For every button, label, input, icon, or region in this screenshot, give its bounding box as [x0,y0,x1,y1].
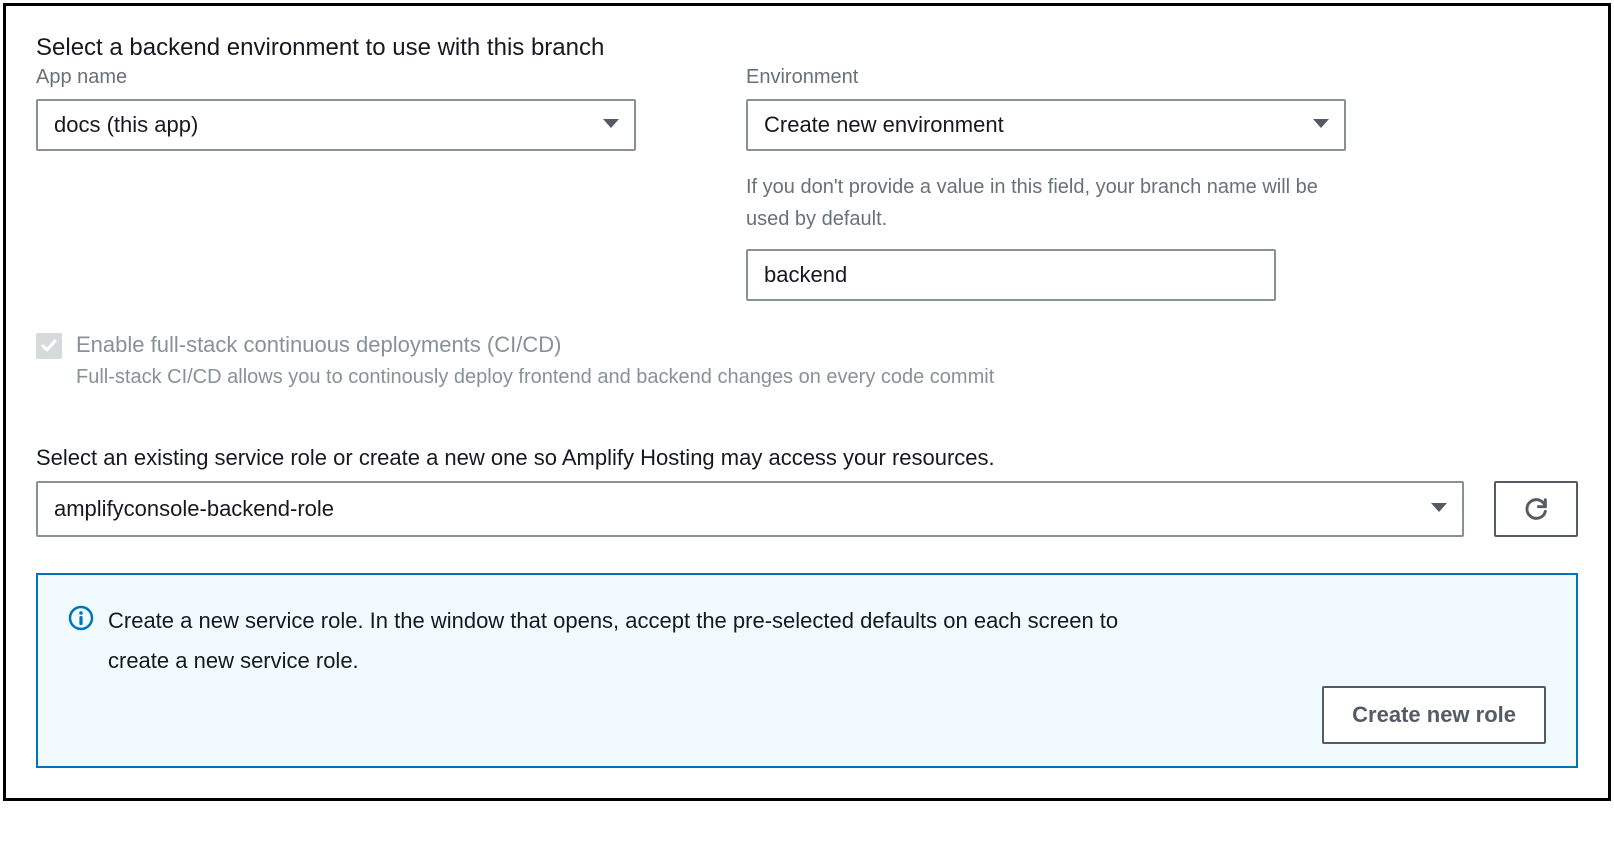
app-name-value: docs (this app) [54,112,198,138]
refresh-button[interactable] [1494,481,1578,537]
backend-environment-panel: Select a backend environment to use with… [3,3,1611,801]
check-icon [40,337,58,355]
cicd-checkbox[interactable] [36,333,62,359]
role-section-title: Select an existing service role or creat… [36,445,1578,471]
cicd-description: Full-stack CI/CD allows you to continous… [76,366,1578,389]
section-title: Select a backend environment to use with… [36,34,1578,62]
environment-label: Environment [746,66,1346,89]
info-text: Create a new service role. In the window… [108,601,1128,682]
form-row: App name docs (this app) Environment Cre… [36,66,1578,301]
role-value: amplifyconsole-backend-role [54,496,334,522]
environment-group: Environment Create new environment If yo… [746,66,1346,301]
environment-helper-text: If you don't provide a value in this fie… [746,171,1346,235]
role-select[interactable]: amplifyconsole-backend-role [36,481,1464,537]
cicd-label: Enable full-stack continuous deployments… [76,331,561,360]
environment-name-input[interactable] [746,249,1276,301]
role-row: amplifyconsole-backend-role [36,481,1578,537]
app-name-select[interactable]: docs (this app) [36,99,636,151]
info-box: Create a new service role. In the window… [36,573,1578,768]
create-new-role-button[interactable]: Create new role [1322,686,1546,744]
info-icon [68,605,94,634]
environment-value: Create new environment [764,112,1004,138]
environment-select[interactable]: Create new environment [746,99,1346,151]
cicd-checkbox-row: Enable full-stack continuous deployments… [36,331,1578,360]
app-name-label: App name [36,66,636,89]
app-name-group: App name docs (this app) [36,66,636,301]
refresh-icon [1522,495,1550,523]
